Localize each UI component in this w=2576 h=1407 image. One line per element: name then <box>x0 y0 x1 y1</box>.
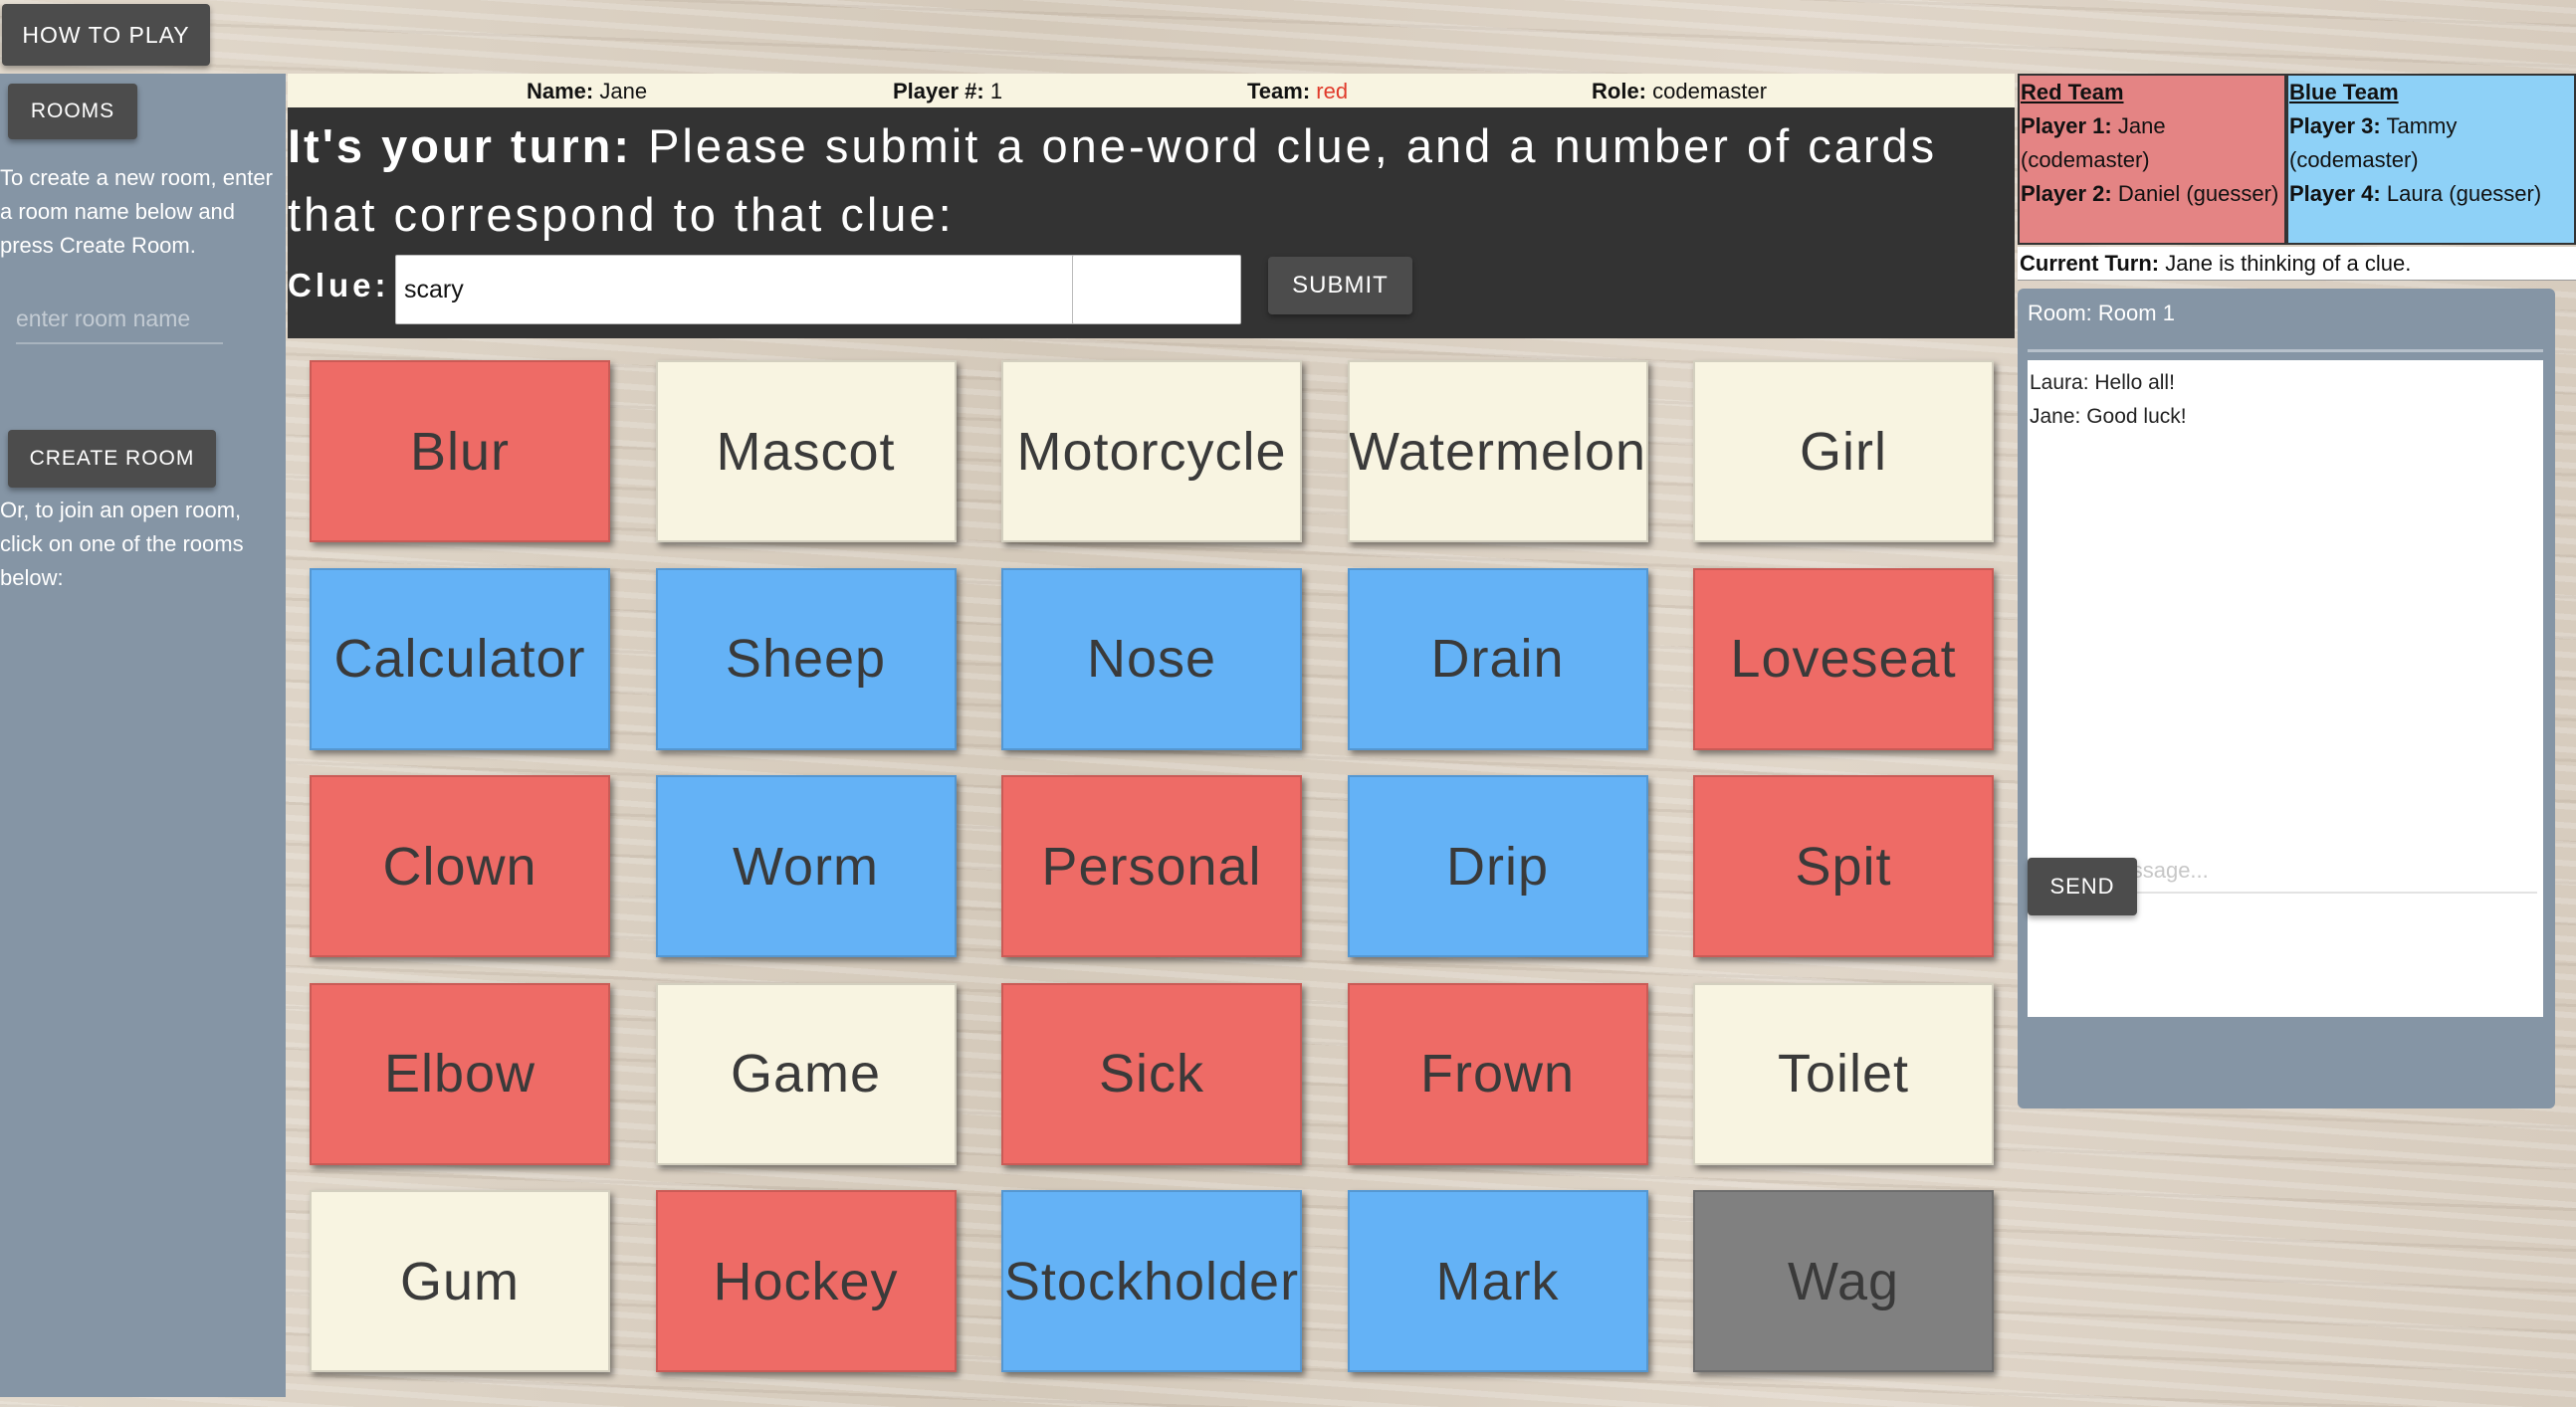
red-team-title: Red Team <box>2021 80 2124 104</box>
card-drain[interactable]: Drain <box>1347 567 1648 750</box>
turn-instructions: It's your turn: Please submit a one-word… <box>288 111 2015 249</box>
chat-author: Laura <box>2030 371 2083 394</box>
chat-room-title: Room: Room 1 <box>2028 301 2175 325</box>
number-input[interactable] <box>1072 255 1241 324</box>
player-role-value: codemaster <box>1652 79 1768 103</box>
player-name: Laura <box>2386 181 2444 206</box>
chat-text: Hello all! <box>2094 371 2175 394</box>
blue-team-title: Blue Team <box>2289 80 2399 104</box>
create-room-button[interactable]: CREATE ROOM <box>8 430 216 488</box>
chat-box: Laura: Hello all! Jane: Good luck! <box>2028 360 2543 1017</box>
player-role: (codemaster) <box>2289 147 2419 172</box>
card-nose[interactable]: Nose <box>1001 567 1302 750</box>
card-sick[interactable]: Sick <box>1001 982 1302 1165</box>
how-to-play-button[interactable]: HOW TO PLAY <box>2 4 210 66</box>
card-watermelon[interactable]: Watermelon <box>1347 360 1648 542</box>
chat-divider <box>2028 349 2543 352</box>
card-mascot[interactable]: Mascot <box>655 360 957 542</box>
player-role-label: Role: <box>1592 79 1646 103</box>
card-drip[interactable]: Drip <box>1347 775 1648 957</box>
player-label: Player 3: <box>2289 113 2381 138</box>
turn-panel: It's your turn: Please submit a one-word… <box>288 107 2015 338</box>
card-frown[interactable]: Frown <box>1347 982 1648 1165</box>
card-gum[interactable]: Gum <box>310 1190 610 1372</box>
card-girl[interactable]: Girl <box>1693 360 1994 542</box>
chat-author: Jane <box>2030 405 2075 428</box>
chat-messages: Laura: Hello all! Jane: Good luck! <box>2028 366 2543 434</box>
player-number-label: Player #: <box>893 79 984 103</box>
chat-text: Good luck! <box>2086 405 2187 428</box>
card-stockholder[interactable]: Stockholder <box>1001 1190 1302 1372</box>
current-turn-status: Current Turn: Jane is thinking of a clue… <box>2018 247 2576 281</box>
card-board: Blur Mascot Motorcycle Watermelon Girl Calcul… <box>288 338 2015 1399</box>
blue-team-player: Player 4: Laura (guesser) <box>2289 177 2574 211</box>
join-room-instructions: Or, to join an open room, click on one o… <box>0 498 244 590</box>
player-label: Player 1: <box>2021 113 2112 138</box>
player-name-label: Name: <box>527 79 594 103</box>
card-elbow[interactable]: Elbow <box>310 982 610 1165</box>
player-role: (guesser) <box>2186 181 2279 206</box>
chat-panel: Room: Room 1 Laura: Hello all! Jane: Goo… <box>2018 289 2555 1108</box>
red-team-player: Player 1: Jane (codemaster) <box>2021 109 2284 177</box>
card-sheep[interactable]: Sheep <box>655 567 957 750</box>
chat-message: Laura: Hello all! <box>2030 371 2175 394</box>
current-turn-label: Current Turn: <box>2020 251 2160 276</box>
rooms-sidebar: ROOMS To create a new room, enter a room… <box>0 74 286 1397</box>
card-toilet[interactable]: Toilet <box>1693 982 1994 1165</box>
turn-heading: It's your turn: <box>288 119 633 172</box>
card-game[interactable]: Game <box>655 982 957 1165</box>
player-team-value: red <box>1316 79 1349 103</box>
player-role-info: Role: codemaster <box>1592 79 1767 104</box>
card-motorcycle[interactable]: Motorcycle <box>1001 360 1302 542</box>
blue-team-panel: Blue Team Player 3: Tammy (codemaster) P… <box>2286 74 2576 245</box>
room-name-input[interactable] <box>16 295 223 344</box>
card-loveseat[interactable]: Loveseat <box>1693 567 1994 750</box>
card-personal[interactable]: Personal <box>1001 775 1302 957</box>
number-label: Number: <box>889 267 1052 303</box>
player-label: Player 2: <box>2021 181 2112 206</box>
player-number-value: 1 <box>989 79 1003 103</box>
player-name: Daniel <box>2117 181 2181 206</box>
player-label: Player 4: <box>2289 181 2381 206</box>
player-team-info: Team: red <box>1247 79 1348 104</box>
card-calculator[interactable]: Calculator <box>310 567 610 750</box>
submit-clue-button[interactable]: SUBMIT <box>1268 257 1412 314</box>
player-info-bar: Name: Jane Player #: 1 Team: red Role: c… <box>288 74 2015 107</box>
card-wag[interactable]: Wag <box>1693 1190 1994 1372</box>
create-room-instructions: To create a new room, enter a room name … <box>0 165 273 258</box>
current-turn-text: Jane is thinking of a clue. <box>2165 251 2412 276</box>
player-role: (guesser) <box>2449 181 2542 206</box>
card-worm[interactable]: Worm <box>655 775 957 957</box>
player-team-label: Team: <box>1247 79 1311 103</box>
chat-message: Jane: Good luck! <box>2030 405 2187 428</box>
rooms-button[interactable]: ROOMS <box>8 84 137 139</box>
player-number-info: Player #: 1 <box>893 79 1002 104</box>
red-team-player: Player 2: Daniel (guesser) <box>2021 177 2284 211</box>
player-name-info: Name: Jane <box>527 79 647 104</box>
player-name: Tammy <box>2386 113 2458 138</box>
card-clown[interactable]: Clown <box>310 775 610 957</box>
card-mark[interactable]: Mark <box>1347 1190 1648 1372</box>
card-blur[interactable]: Blur <box>310 360 610 542</box>
player-role: (codemaster) <box>2021 147 2150 172</box>
card-hockey[interactable]: Hockey <box>655 1190 957 1372</box>
red-team-panel: Red Team Player 1: Jane (codemaster) Pla… <box>2018 74 2286 245</box>
player-name: Jane <box>2117 113 2166 138</box>
send-message-button[interactable]: SEND <box>2028 858 2137 915</box>
player-name-value: Jane <box>599 79 648 103</box>
blue-team-player: Player 3: Tammy (codemaster) <box>2289 109 2574 177</box>
card-spit[interactable]: Spit <box>1693 775 1994 957</box>
clue-label: Clue: <box>288 267 390 303</box>
